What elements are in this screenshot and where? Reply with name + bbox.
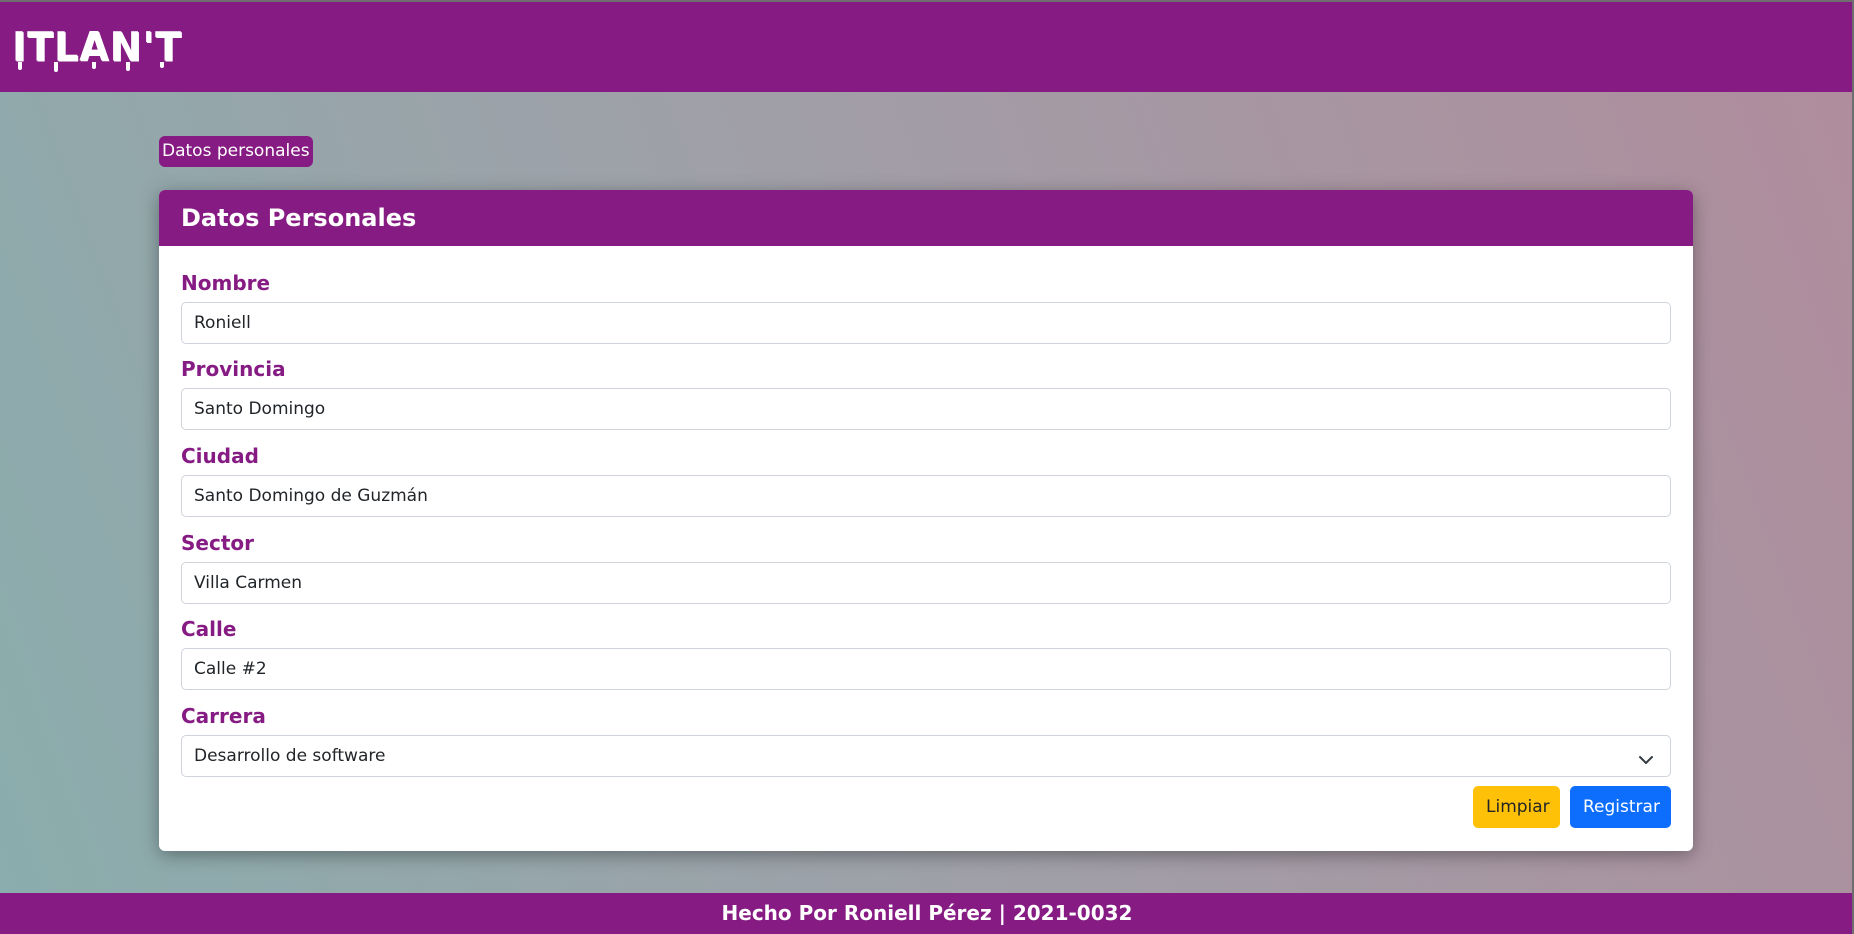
sector-label: Sector (181, 531, 254, 555)
ciudad-input[interactable] (181, 475, 1671, 517)
carrera-label: Carrera (181, 704, 266, 728)
breadcrumb-datos-personales[interactable]: Datos personales (159, 136, 313, 167)
footer-credit: Hecho Por Roniell Pérez | 2021-0032 (721, 901, 1133, 925)
clear-button[interactable]: Limpiar (1473, 786, 1560, 828)
personal-data-card: Datos Personales Nombre Provincia Ciudad… (159, 190, 1693, 851)
calle-input[interactable] (181, 648, 1671, 690)
field-nombre: Nombre (181, 270, 1671, 344)
navbar: ITLAN'T (0, 0, 1854, 92)
field-carrera: Carrera Desarrollo de software (181, 703, 1671, 777)
logo-drips-decoration (18, 62, 164, 72)
footer: Hecho Por Roniell Pérez | 2021-0032 (0, 893, 1854, 934)
field-calle: Calle (181, 616, 1671, 690)
carrera-select-wrapper: Desarrollo de software (181, 735, 1671, 777)
provincia-label: Provincia (181, 357, 286, 381)
field-sector: Sector (181, 530, 1671, 604)
card-title: Datos Personales (159, 190, 1693, 246)
chevron-down-icon (1639, 756, 1653, 764)
provincia-input[interactable] (181, 388, 1671, 430)
nombre-input[interactable] (181, 302, 1671, 344)
field-ciudad: Ciudad (181, 443, 1671, 517)
ciudad-label: Ciudad (181, 444, 259, 468)
sector-input[interactable] (181, 562, 1671, 604)
carrera-select[interactable]: Desarrollo de software (181, 735, 1671, 777)
register-button[interactable]: Registrar (1570, 786, 1671, 828)
site-logo[interactable]: ITLAN'T (12, 27, 182, 67)
nombre-label: Nombre (181, 271, 271, 295)
field-provincia: Provincia (181, 356, 1671, 430)
calle-label: Calle (181, 617, 237, 641)
